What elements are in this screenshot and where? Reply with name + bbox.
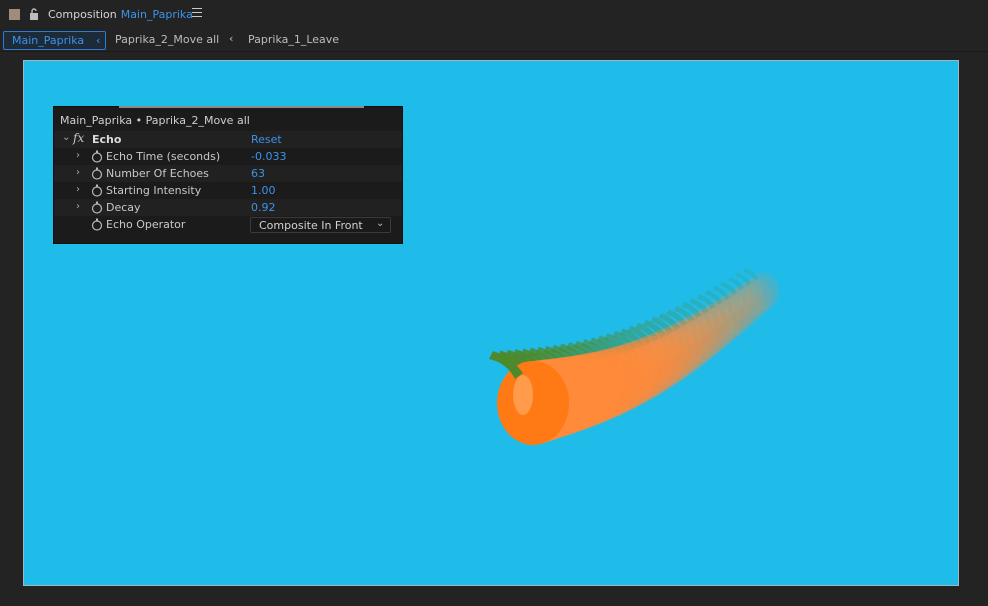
divider [0, 51, 988, 52]
property-value[interactable]: 63 [251, 167, 265, 180]
chevron-right-icon[interactable]: › [76, 201, 80, 212]
property-value[interactable]: 0.92 [251, 201, 276, 214]
property-name: Echo Operator [106, 218, 186, 231]
property-value[interactable]: 1.00 [251, 184, 276, 197]
composition-color-swatch-icon[interactable] [9, 9, 20, 20]
property-row[interactable]: › Decay 0.92 [54, 199, 402, 216]
stopwatch-icon[interactable] [91, 184, 103, 197]
composition-panel-header: Composition Main_Paprika [0, 0, 988, 30]
hamburger-icon[interactable] [192, 8, 202, 20]
breadcrumb-item[interactable]: Paprika_2_Move all [115, 33, 219, 46]
composition-name[interactable]: Main_Paprika [121, 8, 193, 21]
property-name: Number Of Echoes [106, 167, 209, 180]
chevron-left-icon: ‹ [229, 32, 234, 45]
stopwatch-icon[interactable] [91, 201, 103, 214]
effect-panel-title: Main_Paprika • Paprika_2_Move all [60, 114, 250, 127]
fx-icon[interactable]: fx [73, 131, 84, 145]
property-value[interactable]: -0.033 [251, 150, 286, 163]
effect-name: Echo [92, 133, 122, 146]
property-row[interactable]: › Starting Intensity 1.00 [54, 182, 402, 199]
stopwatch-icon[interactable] [91, 167, 103, 180]
chevron-right-icon[interactable]: › [76, 167, 80, 178]
breadcrumb-label: Main_Paprika [12, 34, 85, 47]
stopwatch-icon[interactable] [91, 218, 103, 231]
property-name: Decay [106, 201, 141, 214]
panel-scroll-indicator [119, 106, 364, 108]
effect-row-echo[interactable]: ⌄ fx Echo Reset [54, 131, 402, 148]
composition-breadcrumb: Main_Paprika ‹ Paprika_2_Move all ‹ Papr… [0, 30, 988, 52]
stopwatch-icon[interactable] [91, 150, 103, 163]
property-row[interactable]: › Number Of Echoes 63 [54, 165, 402, 182]
property-name: Echo Time (seconds) [106, 150, 221, 163]
chevron-right-icon[interactable]: › [76, 150, 80, 161]
panel-title: Composition Main_Paprika [48, 8, 193, 21]
property-row[interactable]: › Echo Time (seconds) -0.033 [54, 148, 402, 165]
reset-link[interactable]: Reset [251, 133, 282, 146]
chevron-right-icon[interactable]: › [76, 184, 80, 195]
panel-label: Composition [48, 8, 117, 21]
effect-controls-panel: Main_Paprika • Paprika_2_Move all ⌄ fx E… [53, 106, 403, 244]
property-name: Starting Intensity [106, 184, 202, 197]
echo-operator-dropdown[interactable]: Composite In Front ⌄ [250, 217, 391, 233]
property-row[interactable]: Echo Operator Composite In Front ⌄ [54, 216, 402, 233]
breadcrumb-item[interactable]: Paprika_1_Leave [248, 33, 339, 46]
lock-icon[interactable] [28, 7, 40, 21]
chevron-down-icon[interactable]: ⌄ [62, 132, 70, 143]
breadcrumb-item-active[interactable]: Main_Paprika ‹ [3, 31, 106, 50]
chevron-left-icon: ‹ [96, 34, 101, 47]
dropdown-value: Composite In Front [259, 219, 363, 232]
chevron-down-icon: ⌄ [376, 218, 385, 229]
